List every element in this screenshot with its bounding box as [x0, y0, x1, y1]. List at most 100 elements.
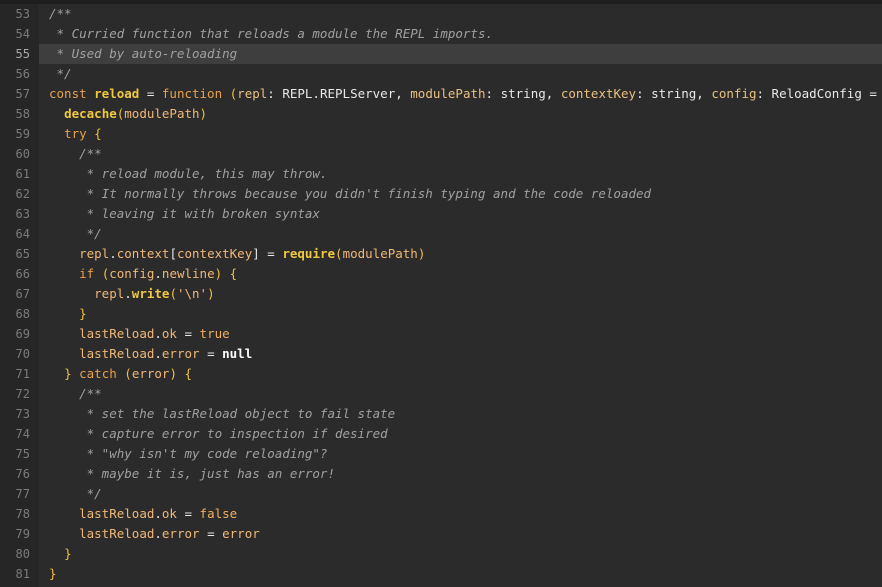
- code-token: try: [64, 126, 87, 141]
- code-token: */: [49, 226, 102, 241]
- line-code[interactable]: */: [39, 484, 882, 504]
- code-line[interactable]: 74 * capture error to inspection if desi…: [0, 424, 882, 444]
- code-token: }: [49, 566, 57, 581]
- line-code[interactable]: }: [39, 544, 882, 564]
- code-line[interactable]: 54 * Curried function that reloads a mod…: [0, 24, 882, 44]
- code-line[interactable]: 58 decache(modulePath): [0, 104, 882, 124]
- code-line[interactable]: 71 } catch (error) {: [0, 364, 882, 384]
- line-code[interactable]: decache(modulePath): [39, 104, 882, 124]
- code-line[interactable]: 56 */: [0, 64, 882, 84]
- code-token: * It normally throws because you didn't …: [49, 186, 652, 201]
- line-code[interactable]: }: [39, 564, 882, 584]
- code-line[interactable]: 65 repl.context[contextKey] = require(mo…: [0, 244, 882, 264]
- line-code[interactable]: lastReload.ok = false: [39, 504, 882, 524]
- code-token: const: [49, 86, 95, 101]
- line-code[interactable]: * It normally throws because you didn't …: [39, 184, 882, 204]
- code-line[interactable]: 59 try {: [0, 124, 882, 144]
- code-token: '\n': [176, 286, 208, 301]
- line-code[interactable]: repl.write('\n'): [39, 284, 882, 304]
- code-token: .: [154, 326, 162, 341]
- line-code[interactable]: */: [39, 224, 882, 244]
- line-code[interactable]: /**: [39, 144, 882, 164]
- code-line[interactable]: 67 repl.write('\n'): [0, 284, 882, 304]
- code-line[interactable]: 64 */: [0, 224, 882, 244]
- code-token: =: [199, 526, 223, 541]
- code-line[interactable]: 76 * maybe it is, just has an error!: [0, 464, 882, 484]
- code-line[interactable]: 60 /**: [0, 144, 882, 164]
- line-number: 73: [15, 407, 30, 421]
- line-number: 64: [15, 227, 30, 241]
- code-token: /**: [49, 386, 102, 401]
- line-code[interactable]: */: [39, 64, 882, 84]
- code-token: .: [154, 526, 162, 541]
- line-code[interactable]: const reload = function (repl: REPL.REPL…: [39, 84, 882, 104]
- code-token: .: [154, 266, 162, 281]
- code-lines[interactable]: 53 /** 54 * Curried function that reloads …: [0, 4, 882, 584]
- line-code[interactable]: /**: [39, 4, 882, 24]
- line-number: 66: [15, 267, 30, 281]
- line-code[interactable]: if (config.newline) {: [39, 264, 882, 284]
- line-code[interactable]: * "why isn't my code reloading"?: [39, 444, 882, 464]
- line-number: 79: [15, 527, 30, 541]
- code-line[interactable]: 75 * "why isn't my code reloading"?: [0, 444, 882, 464]
- code-token: /**: [49, 146, 102, 161]
- code-line[interactable]: 79 lastReload.error = error: [0, 524, 882, 544]
- code-token: lastReload: [79, 526, 155, 541]
- code-line[interactable]: 73 * set the lastReload object to fail s…: [0, 404, 882, 424]
- code-editor[interactable]: 53 /** 54 * Curried function that reloads …: [0, 0, 882, 587]
- code-token: * Curried function that reloads a module…: [49, 26, 494, 41]
- code-line[interactable]: 68 }: [0, 304, 882, 324]
- line-code[interactable]: * maybe it is, just has an error!: [39, 464, 882, 484]
- code-line[interactable]: 72 /**: [0, 384, 882, 404]
- code-line[interactable]: 53 /**: [0, 4, 882, 24]
- line-code[interactable]: } catch (error) {: [39, 364, 882, 384]
- code-line[interactable]: 62 * It normally throws because you didn…: [0, 184, 882, 204]
- line-code[interactable]: * Curried function that reloads a module…: [39, 24, 882, 44]
- code-line[interactable]: 63 * leaving it with broken syntax: [0, 204, 882, 224]
- line-code[interactable]: * leaving it with broken syntax: [39, 204, 882, 224]
- line-code[interactable]: lastReload.ok = true: [39, 324, 882, 344]
- line-code[interactable]: lastReload.error = error: [39, 524, 882, 544]
- code-line[interactable]: 80 }: [0, 544, 882, 564]
- line-code[interactable]: lastReload.error = null: [39, 344, 882, 364]
- code-line[interactable]: 77 */: [0, 484, 882, 504]
- code-line[interactable]: 70 lastReload.error = null: [0, 344, 882, 364]
- code-token: */: [49, 486, 102, 501]
- line-code[interactable]: try {: [39, 124, 882, 144]
- line-code[interactable]: * reload module, this may throw.: [39, 164, 882, 184]
- code-line[interactable]: 55 * Used by auto-reloading: [0, 44, 882, 64]
- code-token: null: [222, 346, 253, 361]
- line-code[interactable]: * Used by auto-reloading: [39, 44, 882, 64]
- code-line[interactable]: 69 lastReload.ok = true: [0, 324, 882, 344]
- code-token: modulePath: [410, 86, 486, 101]
- code-token: .: [124, 286, 132, 301]
- code-token: */: [49, 66, 72, 81]
- code-token: }: [79, 306, 87, 321]
- code-token: }: [64, 366, 80, 381]
- line-code[interactable]: repl.context[contextKey] = require(modul…: [39, 244, 882, 264]
- line-code[interactable]: /**: [39, 384, 882, 404]
- line-code[interactable]: * set the lastReload object to fail stat…: [39, 404, 882, 424]
- code-line[interactable]: 81}: [0, 564, 882, 584]
- code-line[interactable]: 66 if (config.newline) {: [0, 264, 882, 284]
- code-token: decache: [64, 106, 117, 121]
- code-token: {: [86, 126, 102, 141]
- line-code[interactable]: * capture error to inspection if desired: [39, 424, 882, 444]
- code-line[interactable]: 61 * reload module, this may throw.: [0, 164, 882, 184]
- line-code[interactable]: }: [39, 304, 882, 324]
- code-token: ] =: [252, 246, 283, 261]
- code-line[interactable]: 78 lastReload.ok = false: [0, 504, 882, 524]
- code-token: (: [169, 286, 177, 301]
- code-token: [: [169, 246, 177, 261]
- code-token: write: [131, 286, 170, 301]
- line-number: 71: [15, 367, 30, 381]
- code-token: config: [711, 86, 757, 101]
- code-line[interactable]: 57 const reload = function (repl: REPL.RE…: [0, 84, 882, 104]
- code-token: ) {: [214, 266, 238, 281]
